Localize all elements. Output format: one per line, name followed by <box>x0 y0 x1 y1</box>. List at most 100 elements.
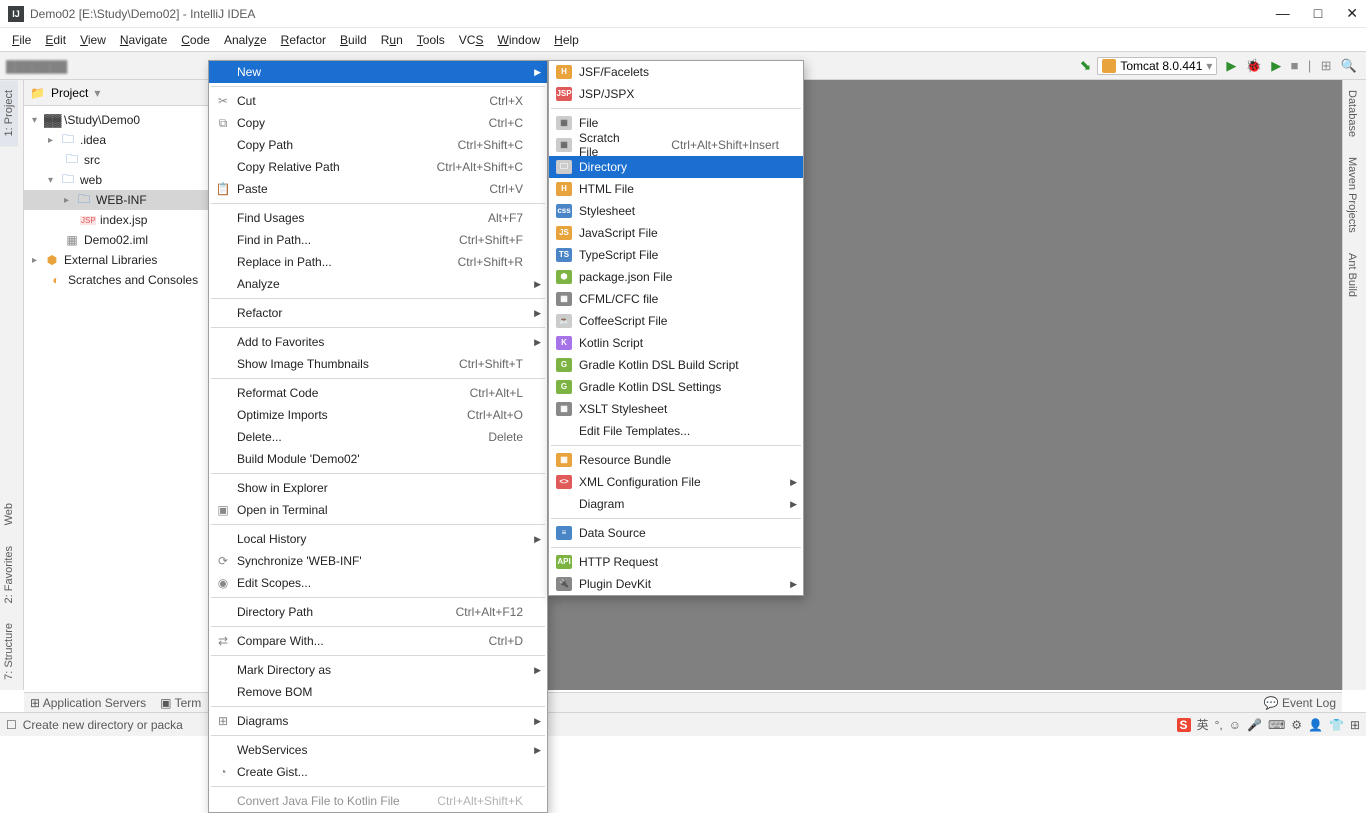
debug-icon[interactable]: 🐞 <box>1246 58 1262 73</box>
coverage-icon[interactable]: ▶ <box>1271 58 1281 73</box>
dropdown-icon[interactable]: ▾ <box>94 86 100 100</box>
emoji-icon[interactable]: ☺ <box>1229 718 1241 732</box>
ctx-find-usages[interactable]: Find UsagesAlt+F7 <box>209 207 547 229</box>
tab-database[interactable]: Database <box>1343 80 1361 147</box>
sub-xslt[interactable]: ▦XSLT Stylesheet <box>549 398 803 420</box>
tab-favorites[interactable]: 2: Favorites <box>0 536 18 613</box>
ctx-terminal[interactable]: ▣Open in Terminal <box>209 499 547 521</box>
ctx-mark-dir[interactable]: Mark Directory as▶ <box>209 659 547 681</box>
menu-build[interactable]: Build <box>334 31 373 49</box>
tool-icon[interactable]: ⊞ <box>1350 718 1360 732</box>
tree-idea[interactable]: ▸🗀.idea <box>24 130 239 150</box>
tab-structure[interactable]: 7: Structure <box>0 613 18 690</box>
menu-vcs[interactable]: VCS <box>453 31 490 49</box>
tree-src[interactable]: 🗀src <box>24 150 239 170</box>
sub-cfml[interactable]: ▦CFML/CFC file <box>549 288 803 310</box>
tree-root[interactable]: ▾▓▓\Study\Demo0 <box>24 110 239 130</box>
run-icon[interactable]: ▶ <box>1226 58 1236 73</box>
ctx-compare[interactable]: ⇄Compare With...Ctrl+D <box>209 630 547 652</box>
menu-run[interactable]: Run <box>375 31 409 49</box>
search-icon[interactable]: 🔍 <box>1341 58 1357 73</box>
build-icon[interactable]: ⬊ <box>1080 57 1092 74</box>
ime-lang[interactable]: 英 <box>1197 716 1209 733</box>
ctx-copy-relative[interactable]: Copy Relative PathCtrl+Alt+Shift+C <box>209 156 547 178</box>
tree-web[interactable]: ▾🗀web <box>24 170 239 190</box>
tab-ant[interactable]: Ant Build <box>1343 243 1361 307</box>
sub-jsf[interactable]: HJSF/Facelets <box>549 61 803 83</box>
tab-project[interactable]: 1: Project <box>0 80 18 146</box>
ctx-analyze[interactable]: Analyze▶ <box>209 273 547 295</box>
ctx-edit-scopes[interactable]: ◉Edit Scopes... <box>209 572 547 594</box>
sub-resource-bundle[interactable]: ▦Resource Bundle <box>549 449 803 471</box>
tree-webinf[interactable]: ▸🗀WEB-INF <box>24 190 239 210</box>
user-icon[interactable]: 👤 <box>1308 718 1323 732</box>
tree-external-libs[interactable]: ▸⬢External Libraries <box>24 250 239 270</box>
ctx-copy[interactable]: ⧉CopyCtrl+C <box>209 112 547 134</box>
ctx-dir-path[interactable]: Directory PathCtrl+Alt+F12 <box>209 601 547 623</box>
sub-ts[interactable]: TSTypeScript File <box>549 244 803 266</box>
sub-templates[interactable]: Edit File Templates... <box>549 420 803 442</box>
sub-xml-config[interactable]: <>XML Configuration File▶ <box>549 471 803 493</box>
maximize-button[interactable]: □ <box>1314 5 1322 22</box>
ctx-create-gist[interactable]: ◔Create Gist... <box>209 761 547 783</box>
ctx-optimize[interactable]: Optimize ImportsCtrl+Alt+O <box>209 404 547 426</box>
stop-icon[interactable]: ■ <box>1291 58 1299 73</box>
ctx-paste[interactable]: 📋PasteCtrl+V <box>209 178 547 200</box>
menu-help[interactable]: Help <box>548 31 585 49</box>
sub-pkgjson[interactable]: ⬢package.json File <box>549 266 803 288</box>
sub-html[interactable]: HHTML File <box>549 178 803 200</box>
sub-datasource[interactable]: ≡Data Source <box>549 522 803 544</box>
event-log[interactable]: 💬 Event Log <box>1264 696 1336 710</box>
ime-sogou-icon[interactable]: S <box>1177 718 1191 732</box>
sub-jspx[interactable]: JSPJSP/JSPX <box>549 83 803 105</box>
sub-directory[interactable]: 🗀Directory <box>549 156 803 178</box>
tab-web[interactable]: Web <box>0 493 18 535</box>
close-button[interactable]: ✕ <box>1346 5 1358 22</box>
menu-tools[interactable]: Tools <box>411 31 451 49</box>
ctx-synchronize[interactable]: ⟳Synchronize 'WEB-INF' <box>209 550 547 572</box>
sub-kotlin[interactable]: KKotlin Script <box>549 332 803 354</box>
tree-scratches[interactable]: ◐Scratches and Consoles <box>24 270 239 290</box>
menu-code[interactable]: Code <box>175 31 216 49</box>
ctx-webservices[interactable]: WebServices▶ <box>209 739 547 761</box>
ctx-refactor[interactable]: Refactor▶ <box>209 302 547 324</box>
project-tree[interactable]: ▾▓▓\Study\Demo0 ▸🗀.idea 🗀src ▾🗀web ▸🗀WEB… <box>24 106 239 294</box>
sub-js[interactable]: JSJavaScript File <box>549 222 803 244</box>
tab-app-servers[interactable]: ⊞ Application Servers <box>30 696 146 710</box>
ctx-favorites[interactable]: Add to Favorites▶ <box>209 331 547 353</box>
ctx-explorer[interactable]: Show in Explorer <box>209 477 547 499</box>
run-config-selector[interactable]: Tomcat 8.0.441 ▾ <box>1097 57 1217 75</box>
tree-index[interactable]: JSPindex.jsp <box>24 210 239 230</box>
tab-terminal[interactable]: ▣ Term <box>160 696 201 710</box>
settings-icon[interactable]: ⚙ <box>1291 718 1302 732</box>
sub-diagram[interactable]: Diagram▶ <box>549 493 803 515</box>
ctx-thumbnails[interactable]: Show Image ThumbnailsCtrl+Shift+T <box>209 353 547 375</box>
sub-coffee[interactable]: ☕CoffeeScript File <box>549 310 803 332</box>
ctx-find-in-path[interactable]: Find in Path...Ctrl+Shift+F <box>209 229 547 251</box>
sub-gradle-settings[interactable]: GGradle Kotlin DSL Settings <box>549 376 803 398</box>
ctx-remove-bom[interactable]: Remove BOM <box>209 681 547 703</box>
sub-gradle-build[interactable]: GGradle Kotlin DSL Build Script <box>549 354 803 376</box>
minimize-button[interactable]: — <box>1276 5 1290 22</box>
sub-plugin[interactable]: 🔌Plugin DevKit▶ <box>549 573 803 595</box>
ctx-delete[interactable]: Delete...Delete <box>209 426 547 448</box>
ctx-replace-in-path[interactable]: Replace in Path...Ctrl+Shift+R <box>209 251 547 273</box>
sub-scratch[interactable]: ▦Scratch FileCtrl+Alt+Shift+Insert <box>549 134 803 156</box>
tshirt-icon[interactable]: 👕 <box>1329 718 1344 732</box>
ctx-convert-kotlin[interactable]: Convert Java File to Kotlin FileCtrl+Alt… <box>209 790 547 812</box>
sub-http[interactable]: APIHTTP Request <box>549 551 803 573</box>
ctx-local-history[interactable]: Local History▶ <box>209 528 547 550</box>
ctx-cut[interactable]: ✂CutCtrl+X <box>209 90 547 112</box>
ctx-build-module[interactable]: Build Module 'Demo02' <box>209 448 547 470</box>
mic-icon[interactable]: 🎤 <box>1247 718 1262 732</box>
punct-icon[interactable]: °, <box>1215 718 1223 732</box>
keyboard-icon[interactable]: ⌨ <box>1268 718 1285 732</box>
menu-navigate[interactable]: Navigate <box>114 31 173 49</box>
menu-file[interactable]: File <box>6 31 37 49</box>
sub-stylesheet[interactable]: cssStylesheet <box>549 200 803 222</box>
menu-view[interactable]: View <box>74 31 112 49</box>
menu-window[interactable]: Window <box>491 31 546 49</box>
ctx-diagrams[interactable]: ⊞Diagrams▶ <box>209 710 547 732</box>
menu-analyze[interactable]: Analyze <box>218 31 273 49</box>
menu-edit[interactable]: Edit <box>39 31 72 49</box>
